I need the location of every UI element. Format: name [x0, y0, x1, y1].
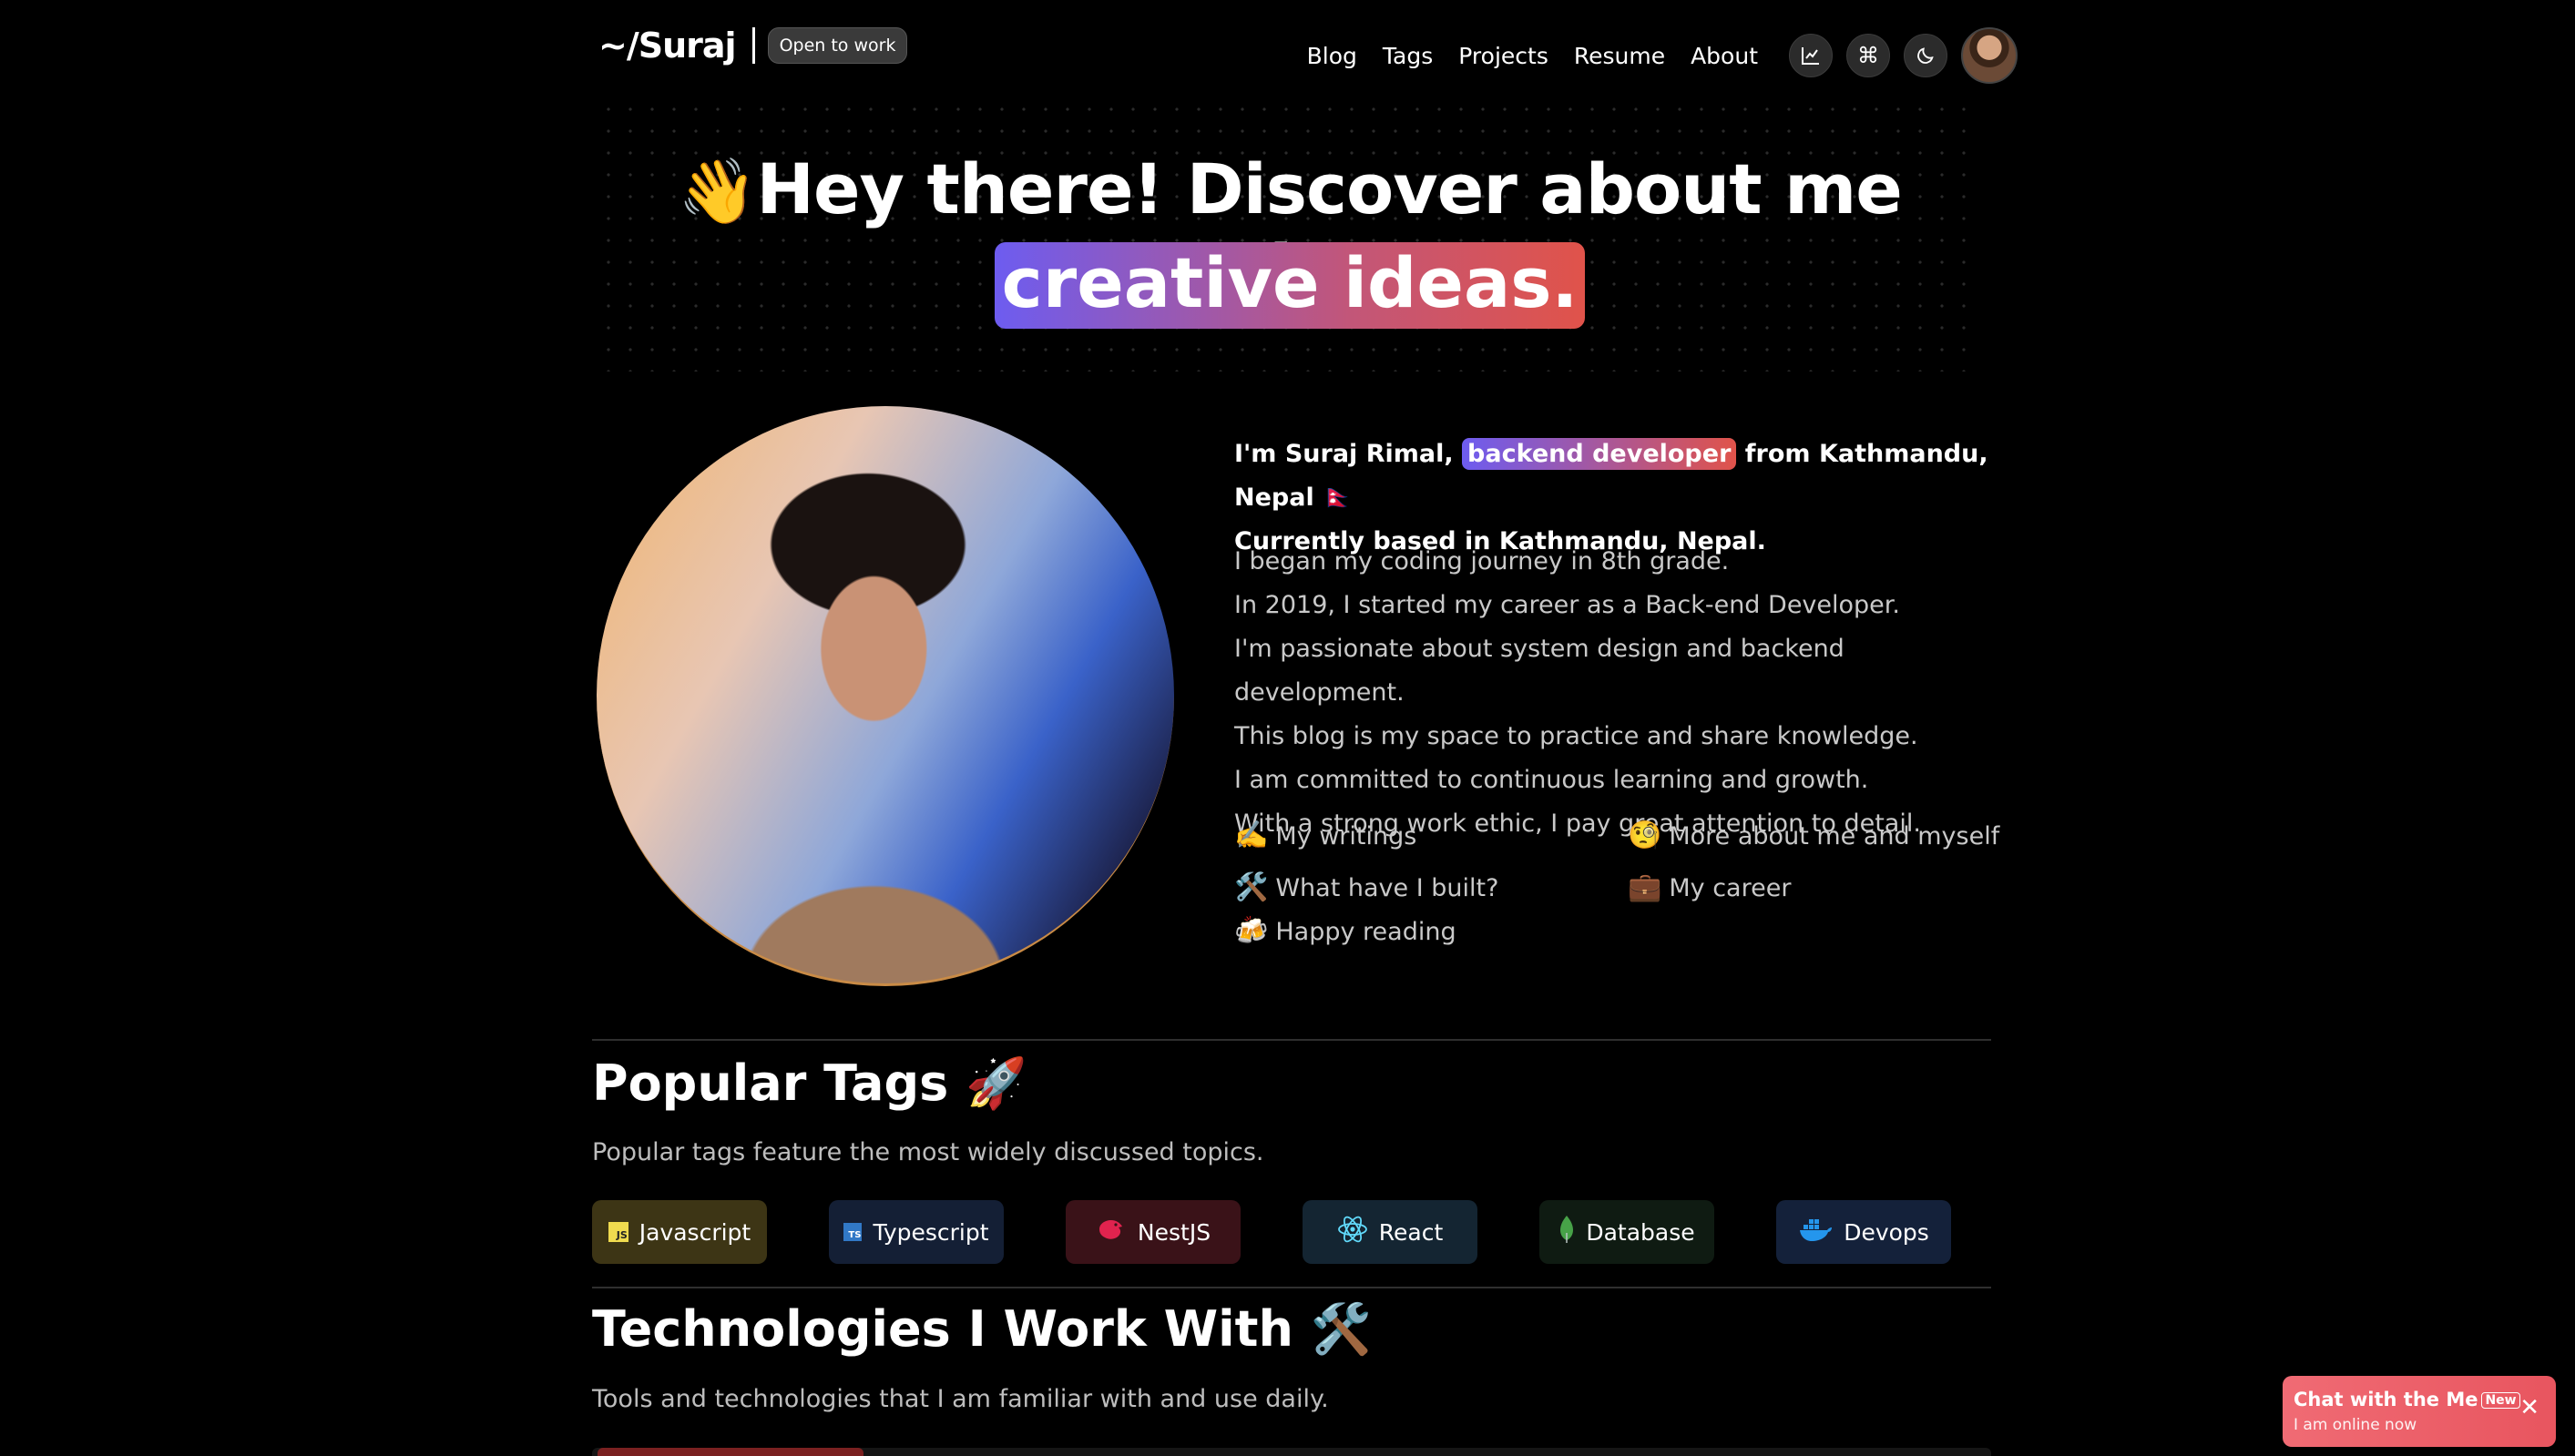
popular-tags-description: Popular tags feature the most widely dis… [592, 1138, 1264, 1166]
section-divider [592, 1287, 1991, 1288]
command-icon[interactable]: ⌘ [1846, 34, 1890, 77]
moon-icon[interactable] [1904, 34, 1947, 77]
bio-line: I'm passionate about system design and b… [1234, 635, 1844, 707]
intro-name: I'm Suraj Rimal, [1234, 440, 1454, 468]
docker-icon [1798, 1217, 1833, 1247]
mongodb-leaf-icon [1558, 1215, 1575, 1249]
main-nav: Blog Tags Projects Resume About ⌘ [1307, 27, 2018, 84]
nav-projects[interactable]: Projects [1458, 43, 1548, 69]
tag-nestjs[interactable]: NestJS [1066, 1200, 1241, 1264]
bio-line: In 2019, I started my career as a Back-e… [1234, 591, 1900, 619]
javascript-icon: JS [608, 1222, 628, 1242]
tag-label: Database [1586, 1218, 1695, 1246]
tag-database[interactable]: Database [1539, 1200, 1714, 1264]
link-career[interactable]: 💼 My career [1628, 871, 1791, 903]
link-label: Happy reading [1275, 918, 1456, 946]
avatar[interactable] [1961, 27, 2018, 84]
tag-label: Devops [1844, 1218, 1929, 1246]
tag-label: React [1378, 1218, 1444, 1246]
nav-about[interactable]: About [1691, 43, 1758, 69]
open-to-work-badge: Open to work [767, 27, 908, 64]
tag-label: Typescript [873, 1218, 989, 1246]
hero-banner: 👋Hey there! Discover about me and my cre… [598, 98, 1982, 372]
cursor-caret [751, 27, 755, 64]
bio-line: I began my coding journey in 8th grade. [1234, 547, 1730, 575]
popular-tags-heading: Popular Tags 🚀 [592, 1054, 1027, 1113]
tag-devops[interactable]: Devops [1776, 1200, 1951, 1264]
nepal-flag-icon: 🇳🇵 [1323, 484, 1354, 512]
link-label: More about me and myself [1669, 822, 2000, 850]
new-badge: New [2481, 1392, 2520, 1409]
tools-icon: 🛠️ [1234, 871, 1269, 903]
beer-mugs-icon: 🍻 [1234, 915, 1269, 947]
link-label: My writings [1275, 822, 1417, 850]
site-logo[interactable]: ~/Suraj [598, 25, 737, 66]
link-about-me[interactable]: 🧐 More about me and myself [1628, 820, 1999, 851]
nav-tags[interactable]: Tags [1383, 43, 1433, 69]
rocket-icon: 🚀 [966, 1054, 1027, 1112]
link-happy-reading[interactable]: 🍻 Happy reading [1234, 915, 1456, 947]
close-icon[interactable]: ✕ [2519, 1394, 2539, 1421]
tag-typescript[interactable]: TS Typescript [829, 1200, 1004, 1264]
nav-icon-group: ⌘ [1789, 27, 2018, 84]
chat-title-text: Chat with the Me [2294, 1389, 2478, 1410]
chat-widget[interactable]: Chat with the Me New I am online now ✕ [2283, 1376, 2556, 1447]
tag-react[interactable]: React [1303, 1200, 1477, 1264]
chat-title: Chat with the Me New [2294, 1389, 2520, 1410]
link-projects[interactable]: 🛠️ What have I built? [1234, 871, 1498, 903]
link-label: What have I built? [1275, 874, 1499, 902]
nestjs-icon [1096, 1217, 1127, 1247]
nav-blog[interactable]: Blog [1307, 43, 1357, 69]
technologies-title: Technologies I Work With [592, 1300, 1293, 1358]
active-tab-indicator[interactable] [598, 1448, 863, 1456]
bio-paragraph: I began my coding journey in 8th grade. … [1234, 540, 2018, 846]
popular-tags-title: Popular Tags [592, 1054, 949, 1112]
tag-javascript[interactable]: JS Javascript [592, 1200, 767, 1264]
tag-label: NestJS [1137, 1218, 1211, 1246]
react-icon [1337, 1214, 1368, 1250]
profile-photo [597, 406, 1174, 986]
nav-resume[interactable]: Resume [1574, 43, 1665, 69]
briefcase-icon: 💼 [1628, 871, 1662, 903]
intro-line-1: I'm Suraj Rimal, backend developer from … [1234, 433, 1999, 520]
waving-hand-icon: 👋 [678, 154, 757, 229]
role-highlight: backend developer [1462, 438, 1737, 470]
tag-label: Javascript [639, 1218, 751, 1246]
tools-icon: 🛠️ [1310, 1300, 1372, 1358]
chat-status: I am online now [2294, 1416, 2417, 1434]
writing-hand-icon: ✍️ [1234, 820, 1269, 851]
typescript-icon: TS [843, 1223, 863, 1241]
section-divider [592, 1039, 1991, 1041]
link-label: My career [1669, 874, 1792, 902]
monocle-face-icon: 🧐 [1628, 820, 1662, 851]
link-my-writings[interactable]: ✍️ My writings [1234, 820, 1416, 851]
hero-highlight: creative ideas. [994, 242, 1586, 329]
hero-highlight-row: creative ideas. [598, 242, 1982, 329]
technologies-heading: Technologies I Work With 🛠️ [592, 1300, 1372, 1359]
tag-list: JS Javascript TS Typescript NestJS React… [592, 1200, 1951, 1264]
technologies-description: Tools and technologies that I am familia… [592, 1385, 1329, 1413]
technologies-tab-strip [592, 1448, 1991, 1456]
site-logo-area: ~/Suraj Open to work [598, 25, 908, 66]
bio-line: This blog is my space to practice and sh… [1234, 722, 1918, 750]
chart-icon[interactable] [1789, 34, 1833, 77]
bio-line: I am committed to continuous learning an… [1234, 766, 1869, 794]
